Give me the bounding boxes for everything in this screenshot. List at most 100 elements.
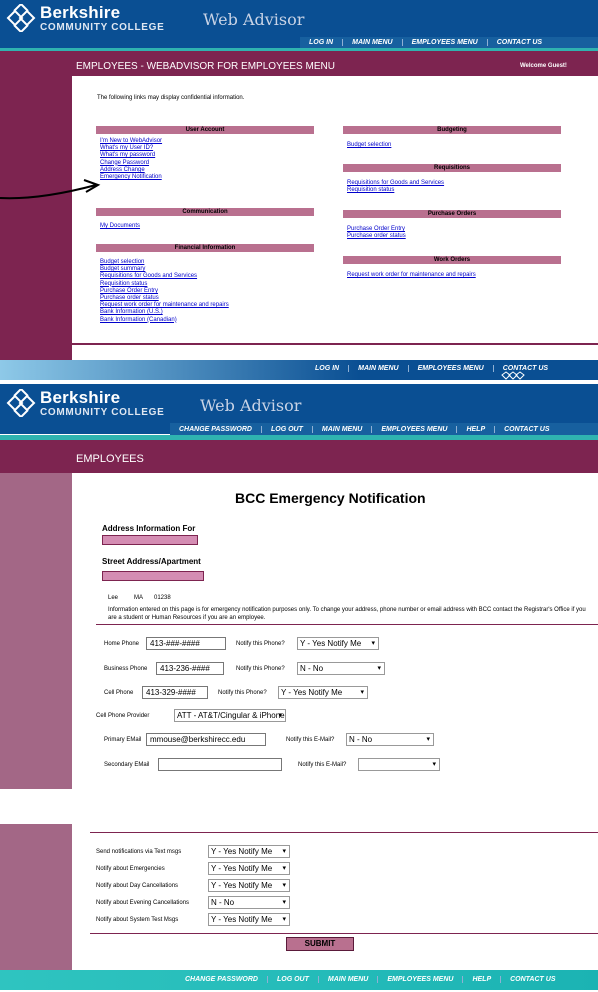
home-notify-select[interactable]: Y - Yes Notify Me xyxy=(297,637,379,650)
business-phone-label: Business Phone xyxy=(104,666,148,672)
link-new-to-webadvisor[interactable]: I'm New to WebAdvisor xyxy=(100,138,162,145)
footer-employees-menu-2[interactable]: EMPLOYEES MENU xyxy=(377,976,462,983)
app-title: Web Advisor xyxy=(203,10,305,29)
primary-email-input[interactable]: mmouse@berkshirecc.edu xyxy=(146,733,266,746)
provider-select[interactable]: ATT - AT&T/Cingular & iPhone xyxy=(174,709,286,722)
section-purchase-orders: Purchase Orders xyxy=(343,210,561,218)
primary-email-notify-label: Notify this E-Mail? xyxy=(286,737,335,743)
submit-button[interactable]: SUBMIT xyxy=(286,937,354,951)
nav-contact-us-2[interactable]: CONTACT US xyxy=(494,425,558,433)
link-bank-canadian[interactable]: Bank Information (Canadian) xyxy=(100,317,229,324)
work-orders-links: Request work order for maintenance and r… xyxy=(347,272,476,279)
footer-log-in[interactable]: LOG IN xyxy=(306,365,348,372)
secondary-email-notify-select[interactable] xyxy=(358,758,440,771)
state-text: MA xyxy=(134,595,143,601)
link-requisitions[interactable]: Requisitions for Goods and Services xyxy=(100,273,229,280)
menu-footer-nav: LOG IN MAIN MENU EMPLOYEES MENU CONTACT … xyxy=(306,363,598,374)
secondary-email-input[interactable] xyxy=(158,758,282,771)
pref-select-emergencies[interactable]: Y - Yes Notify Me xyxy=(208,862,290,875)
annotation-arrow-icon xyxy=(0,179,101,200)
footer-log-out[interactable]: LOG OUT xyxy=(266,976,318,983)
menu-page: Berkshire COMMUNITY COLLEGE Web Advisor … xyxy=(0,0,598,380)
menu-left-sidebar xyxy=(0,76,72,362)
nav-employees-menu[interactable]: EMPLOYEES MENU xyxy=(401,39,487,46)
info-divider xyxy=(96,624,598,625)
nav-log-in[interactable]: LOG IN xyxy=(300,39,342,46)
section-budgeting: Budgeting xyxy=(343,126,561,134)
pref-select-test[interactable]: Y - Yes Notify Me xyxy=(208,913,290,926)
cell-phone-input[interactable]: 413-329-#### xyxy=(142,686,208,699)
purchase-orders-links: Purchase Order Entry Purchase order stat… xyxy=(347,226,406,240)
link-password[interactable]: What's my password xyxy=(100,152,162,159)
link-requisition-status-right[interactable]: Requisition status xyxy=(347,187,444,194)
footer-main-menu-2[interactable]: MAIN MENU xyxy=(317,976,377,983)
form-page: Berkshire COMMUNITY COLLEGE Web Advisor … xyxy=(0,384,598,992)
communication-links: My Documents xyxy=(100,223,140,230)
link-po-status[interactable]: Purchase order status xyxy=(100,295,229,302)
brand-name-2: Berkshire xyxy=(40,388,121,407)
welcome-text: Welcome Guest! xyxy=(520,63,567,69)
form-top-nav: CHANGE PASSWORD LOG OUT MAIN MENU EMPLOY… xyxy=(170,423,598,435)
link-my-documents[interactable]: My Documents xyxy=(100,223,140,230)
pref-label-text: Send notifications via Text msgs xyxy=(96,849,182,855)
business-notify-label: Notify this Phone? xyxy=(236,666,285,672)
cell-notify-label: Notify this Phone? xyxy=(218,690,267,696)
section-financial-information: Financial Information xyxy=(96,244,314,252)
nav-main-menu-2[interactable]: MAIN MENU xyxy=(311,425,371,433)
pref-label-day: Notify about Day Cancellations xyxy=(96,883,179,889)
footer-change-password[interactable]: CHANGE PASSWORD xyxy=(176,976,267,983)
address-for-redacted xyxy=(102,535,198,545)
info-text: Information entered on this page is for … xyxy=(108,607,586,621)
pref-select-day[interactable]: Y - Yes Notify Me xyxy=(208,879,290,892)
business-notify-select[interactable]: N - No xyxy=(297,662,385,675)
link-bank-us[interactable]: Bank Information (U.S.) xyxy=(100,309,229,316)
home-notify-label: Notify this Phone? xyxy=(236,641,285,647)
link-user-id[interactable]: What's my User ID? xyxy=(100,145,162,152)
secondary-email-notify-label: Notify this E-Mail? xyxy=(298,762,347,768)
nav-change-password[interactable]: CHANGE PASSWORD xyxy=(170,426,261,433)
home-phone-input[interactable]: 413-###-#### xyxy=(146,637,226,650)
nav-main-menu[interactable]: MAIN MENU xyxy=(342,39,401,46)
link-budget-selection[interactable]: Budget selection xyxy=(100,259,229,266)
college-logo-icon-2 xyxy=(4,387,38,419)
menu-intro-text: The following links may display confiden… xyxy=(97,95,245,101)
pref-label-evening: Notify about Evening Cancellations xyxy=(96,900,190,906)
primary-email-notify-select[interactable]: N - No xyxy=(346,733,434,746)
footer-main-menu[interactable]: MAIN MENU xyxy=(348,365,407,372)
city-text: Lee xyxy=(108,595,119,601)
cell-phone-label: Cell Phone xyxy=(104,690,134,696)
secondary-email-label: Secondary EMail xyxy=(104,762,150,768)
business-phone-input[interactable]: 413-236-#### xyxy=(156,662,224,675)
cell-notify-select[interactable]: Y - Yes Notify Me xyxy=(278,686,368,699)
nav-help[interactable]: HELP xyxy=(456,425,494,433)
brand-subtitle-2: COMMUNITY COLLEGE xyxy=(40,407,165,418)
nav-contact-us[interactable]: CONTACT US xyxy=(486,39,551,46)
requisitions-links: Requisitions for Goods and Services Requ… xyxy=(347,180,444,194)
prefs-divider-bottom xyxy=(90,933,598,934)
link-budget-summary[interactable]: Budget summary xyxy=(100,266,229,273)
form-heading: BCC Emergency Notification xyxy=(235,490,426,506)
footer-employees-menu[interactable]: EMPLOYEES MENU xyxy=(407,365,493,372)
link-po-status-right[interactable]: Purchase order status xyxy=(347,233,406,240)
link-change-password[interactable]: Change Password xyxy=(100,160,162,167)
nav-log-out[interactable]: LOG OUT xyxy=(260,425,312,433)
financial-links: Budget selection Budget summary Requisit… xyxy=(100,259,229,324)
link-budget-selection-right[interactable]: Budget selection xyxy=(347,142,391,149)
nav-employees-menu-2[interactable]: EMPLOYEES MENU xyxy=(371,425,456,433)
footer-help[interactable]: HELP xyxy=(462,976,500,983)
section-work-orders: Work Orders xyxy=(343,256,561,264)
link-requisition-status[interactable]: Requisition status xyxy=(100,281,229,288)
form-left-sidebar-lower xyxy=(0,824,72,970)
form-page-title: EMPLOYEES xyxy=(76,453,144,465)
pref-select-text[interactable]: Y - Yes Notify Me xyxy=(208,845,290,858)
link-work-order-right[interactable]: Request work order for maintenance and r… xyxy=(347,272,476,279)
pref-select-evening[interactable]: N - No xyxy=(208,896,290,909)
footer-contact-us-2[interactable]: CONTACT US xyxy=(500,976,564,983)
menu-content-divider xyxy=(72,343,598,345)
menu-page-title: EMPLOYEES - WEBADVISOR FOR EMPLOYEES MEN… xyxy=(76,61,335,72)
link-work-order[interactable]: Request work order for maintenance and r… xyxy=(100,302,229,309)
link-requisitions-right[interactable]: Requisitions for Goods and Services xyxy=(347,180,444,187)
brand-subtitle: COMMUNITY COLLEGE xyxy=(40,22,165,33)
link-po-entry[interactable]: Purchase Order Entry xyxy=(100,288,229,295)
link-po-entry-right[interactable]: Purchase Order Entry xyxy=(347,226,406,233)
